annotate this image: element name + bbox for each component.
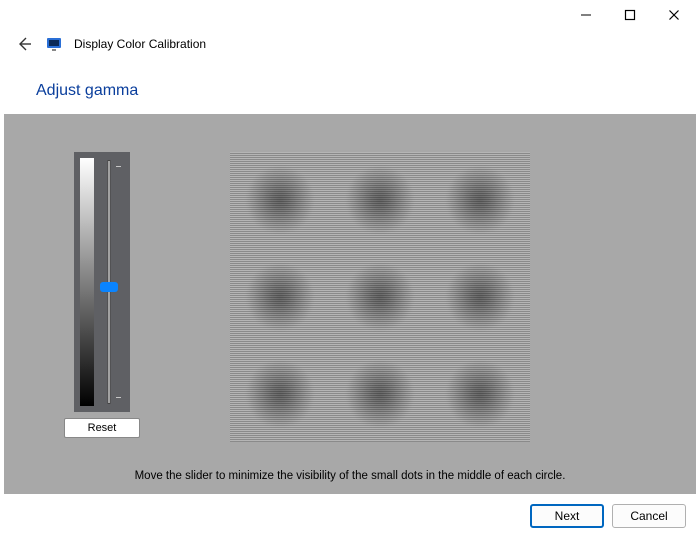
slider-tick-bottom <box>116 397 121 398</box>
slider-thumb[interactable] <box>100 282 118 292</box>
gamma-slider[interactable] <box>74 152 130 412</box>
main-area: Reset Move the slider to minimize the vi… <box>4 114 696 494</box>
header-bar: Display Color Calibration <box>0 30 700 62</box>
wizard-footer: Next Cancel <box>0 494 700 528</box>
app-icon <box>46 36 62 52</box>
window-minimize-button[interactable] <box>564 1 608 29</box>
back-arrow-icon <box>16 36 32 52</box>
minimize-icon <box>580 9 592 21</box>
slider-tick-top <box>116 166 121 167</box>
instruction-text: Move the slider to minimize the visibili… <box>4 460 696 494</box>
window-maximize-button[interactable] <box>608 1 652 29</box>
cancel-button[interactable]: Cancel <box>612 504 686 528</box>
window-titlebar <box>0 0 700 30</box>
next-button[interactable]: Next <box>530 504 604 528</box>
maximize-icon <box>624 9 636 21</box>
gamma-slider-column: Reset <box>64 152 140 438</box>
close-icon <box>668 9 680 21</box>
gamma-test-pattern <box>230 152 530 442</box>
back-button[interactable] <box>14 34 34 54</box>
app-title: Display Color Calibration <box>74 37 206 51</box>
gamma-gradient-strip <box>80 158 94 406</box>
page-heading: Adjust gamma <box>0 62 700 114</box>
window-close-button[interactable] <box>652 1 696 29</box>
reset-button[interactable]: Reset <box>64 418 140 438</box>
